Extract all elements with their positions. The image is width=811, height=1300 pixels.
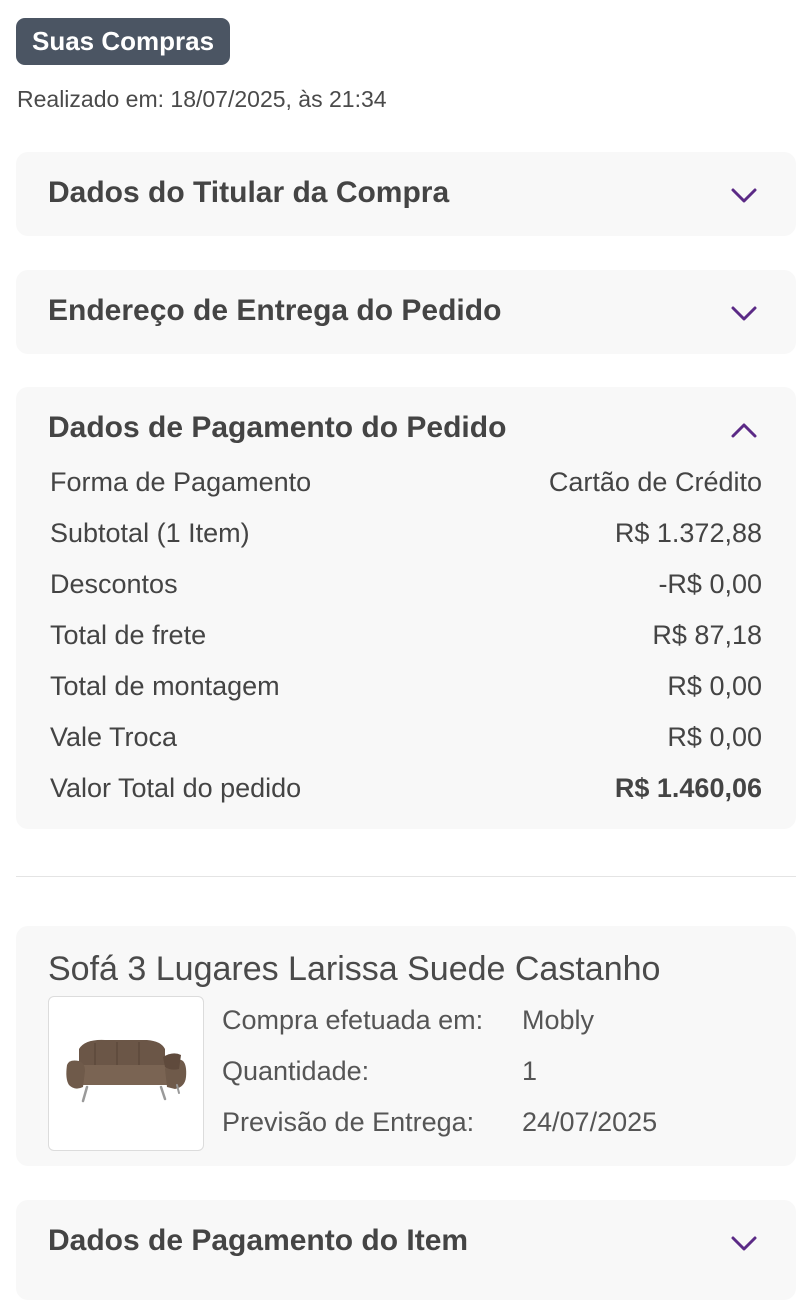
detail-label: Previsão de Entrega: — [222, 1107, 475, 1137]
section-pagamento-title: Dados de Pagamento do Pedido — [48, 411, 507, 444]
payment-value: R$ 87,18 — [652, 620, 762, 650]
detail-value: 1 — [522, 1056, 538, 1086]
section-titular-header[interactable]: Dados do Titular da Compra — [48, 176, 764, 216]
product-name[interactable]: Sofá 3 Lugares Larissa Suede Castanho — [48, 950, 660, 989]
payment-value: R$ 1.372,88 — [614, 518, 762, 548]
section-titular-title: Dados do Titular da Compra — [48, 176, 450, 209]
sofa-icon — [66, 1039, 187, 1103]
section-pagamento: Dados de Pagamento do Pedido Forma de Pa… — [16, 387, 796, 829]
order-date: Realizado em: 18/07/2025, às 21:34 — [17, 86, 387, 112]
detail-value: Mobly — [522, 1005, 595, 1035]
product-image[interactable] — [48, 996, 204, 1151]
payment-label: Total de frete — [50, 620, 207, 650]
payment-row-method: Forma de Pagamento Cartão de Crédito — [50, 467, 762, 518]
section-pagamento-item[interactable]: Dados de Pagamento do Item — [16, 1200, 796, 1300]
detail-row-quantity: Quantidade: 1 — [222, 1056, 537, 1087]
payment-value: R$ 0,00 — [667, 671, 762, 701]
section-endereco[interactable]: Endereço de Entrega do Pedido — [16, 270, 796, 354]
section-pagamento-item-header[interactable]: Dados de Pagamento do Item — [48, 1224, 764, 1264]
payment-label: Descontos — [50, 569, 178, 599]
payment-row-discounts: Descontos -R$ 0,00 — [50, 569, 762, 620]
payment-row-assembly: Total de montagem R$ 0,00 — [50, 671, 762, 722]
detail-label: Compra efetuada em: — [222, 1005, 484, 1035]
payment-row-voucher: Vale Troca R$ 0,00 — [50, 722, 762, 773]
payment-row-total: Valor Total do pedido R$ 1.460,06 — [50, 773, 762, 824]
payment-details: Forma de Pagamento Cartão de Crédito Sub… — [50, 467, 762, 824]
product-card: Sofá 3 Lugares Larissa Suede Castanho Co… — [16, 926, 796, 1166]
order-total-value: R$ 1.460,06 — [614, 773, 762, 803]
divider — [16, 876, 796, 877]
section-endereco-title: Endereço de Entrega do Pedido — [48, 294, 502, 327]
chevron-down-icon[interactable] — [728, 300, 760, 326]
detail-row-store: Compra efetuada em: Mobly — [222, 1005, 594, 1036]
payment-label: Vale Troca — [50, 722, 178, 752]
payment-value: R$ 0,00 — [667, 722, 762, 752]
payment-value: -R$ 0,00 — [658, 569, 762, 599]
payment-label: Subtotal (1 Item) — [50, 518, 250, 548]
page-badge: Suas Compras — [16, 18, 231, 65]
chevron-down-icon[interactable] — [728, 182, 760, 208]
payment-label: Valor Total do pedido — [50, 773, 302, 803]
section-titular[interactable]: Dados do Titular da Compra — [16, 152, 796, 236]
section-pagamento-item-title: Dados de Pagamento do Item — [48, 1224, 469, 1257]
chevron-down-icon[interactable] — [728, 1230, 760, 1256]
payment-label: Total de montagem — [50, 671, 280, 701]
section-pagamento-header[interactable]: Dados de Pagamento do Pedido — [48, 411, 764, 451]
chevron-up-icon[interactable] — [728, 417, 760, 443]
payment-value: Cartão de Crédito — [548, 467, 762, 497]
detail-row-delivery: Previsão de Entrega: 24/07/2025 — [222, 1107, 657, 1138]
section-endereco-header[interactable]: Endereço de Entrega do Pedido — [48, 294, 764, 334]
detail-label: Quantidade: — [222, 1056, 370, 1086]
payment-label: Forma de Pagamento — [50, 467, 312, 497]
payment-row-shipping: Total de frete R$ 87,18 — [50, 620, 762, 671]
payment-row-subtotal: Subtotal (1 Item) R$ 1.372,88 — [50, 518, 762, 569]
detail-value: 24/07/2025 — [522, 1107, 658, 1137]
